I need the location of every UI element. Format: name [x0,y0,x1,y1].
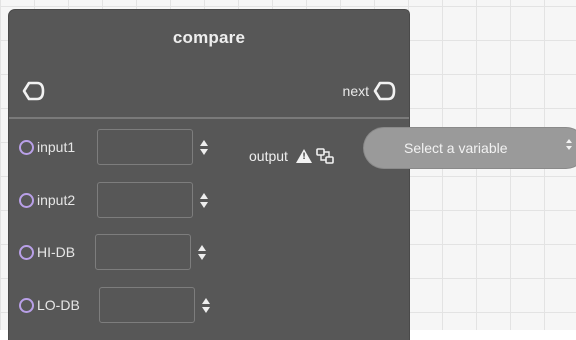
lo-db-spinner[interactable] [201,297,211,313]
input-label: input2 [37,192,76,208]
exec-out-pin-icon[interactable] [371,80,397,102]
input-row-lo-db: LO-DB [19,285,211,325]
input-row-input2: input2 [19,180,209,220]
spin-up-icon[interactable] [200,192,208,199]
node-title: compare [172,28,246,47]
spin-down-icon[interactable] [200,148,208,155]
variable-select-placeholder: Select a variable [404,140,508,156]
output-row: output [249,147,334,165]
input2-number-field[interactable] [97,182,193,218]
spin-down-icon[interactable] [202,306,210,313]
compare-node[interactable]: compare next input1 input2 HI-DB LO-DB o… [9,10,409,340]
lo-db-number-field[interactable] [99,287,195,323]
spin-down-icon[interactable] [198,253,206,260]
spin-down-icon[interactable] [200,201,208,208]
input-pin-icon[interactable] [19,297,34,313]
warning-icon [295,149,312,163]
input2-spinner[interactable] [199,192,209,208]
input-pin-icon[interactable] [19,192,34,208]
spin-up-icon[interactable] [202,297,210,304]
hi-db-number-field[interactable] [95,234,191,270]
hi-db-spinner[interactable] [197,244,207,260]
input-label: input1 [37,139,76,155]
input-row-hi-db: HI-DB [19,232,207,272]
input1-number-field[interactable] [97,129,193,165]
variable-select[interactable]: Select a variable [364,128,576,168]
input-pin-icon[interactable] [19,244,34,260]
exec-out[interactable]: next [343,80,397,102]
exec-row: next [9,76,409,106]
select-chevron-icon [566,139,572,150]
input-row-input1: input1 [19,127,209,167]
spin-up-icon[interactable] [198,244,206,251]
spin-up-icon[interactable] [200,139,208,146]
input-label: HI-DB [37,244,76,260]
exec-out-label: next [342,83,369,99]
input-label: LO-DB [37,297,80,313]
node-divider [9,117,409,119]
variable-link-icon[interactable] [316,147,334,165]
output-label: output [249,148,288,164]
input1-spinner[interactable] [199,139,209,155]
exec-in-pin-icon[interactable] [20,80,46,107]
input-pin-icon[interactable] [19,139,34,155]
